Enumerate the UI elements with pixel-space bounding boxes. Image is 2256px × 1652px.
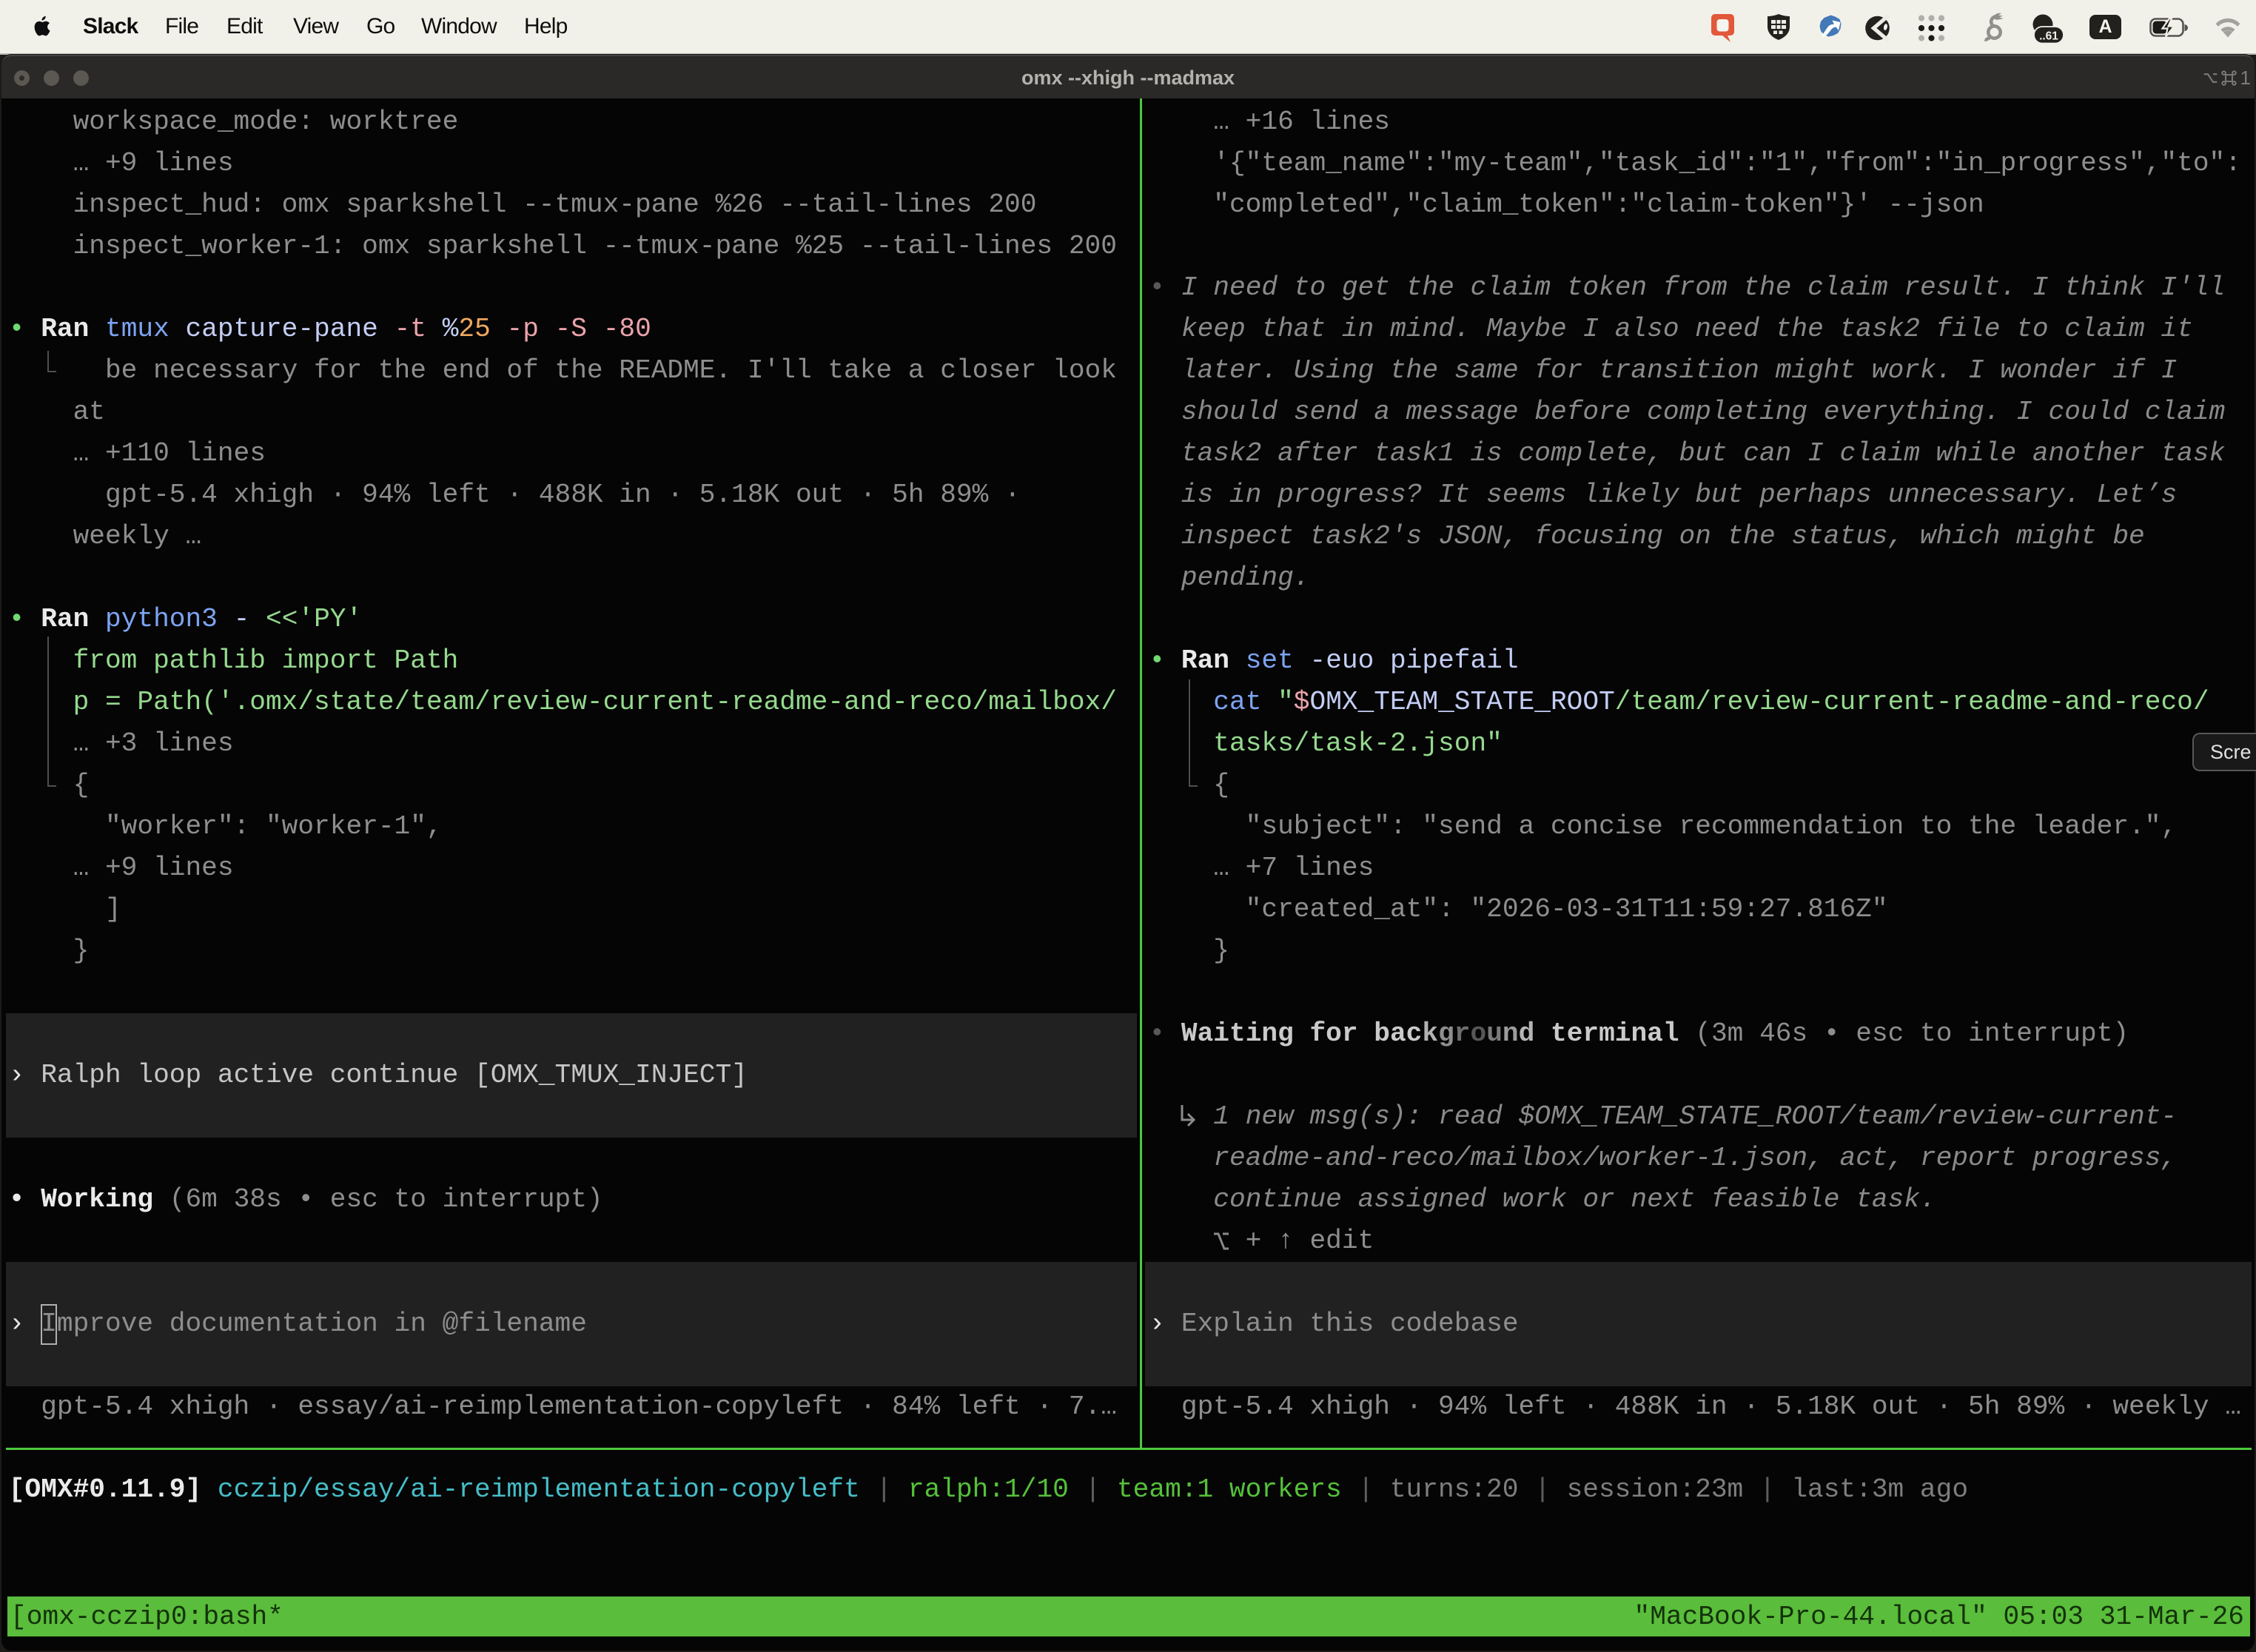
svg-text:..61: ..61 (2039, 30, 2058, 43)
